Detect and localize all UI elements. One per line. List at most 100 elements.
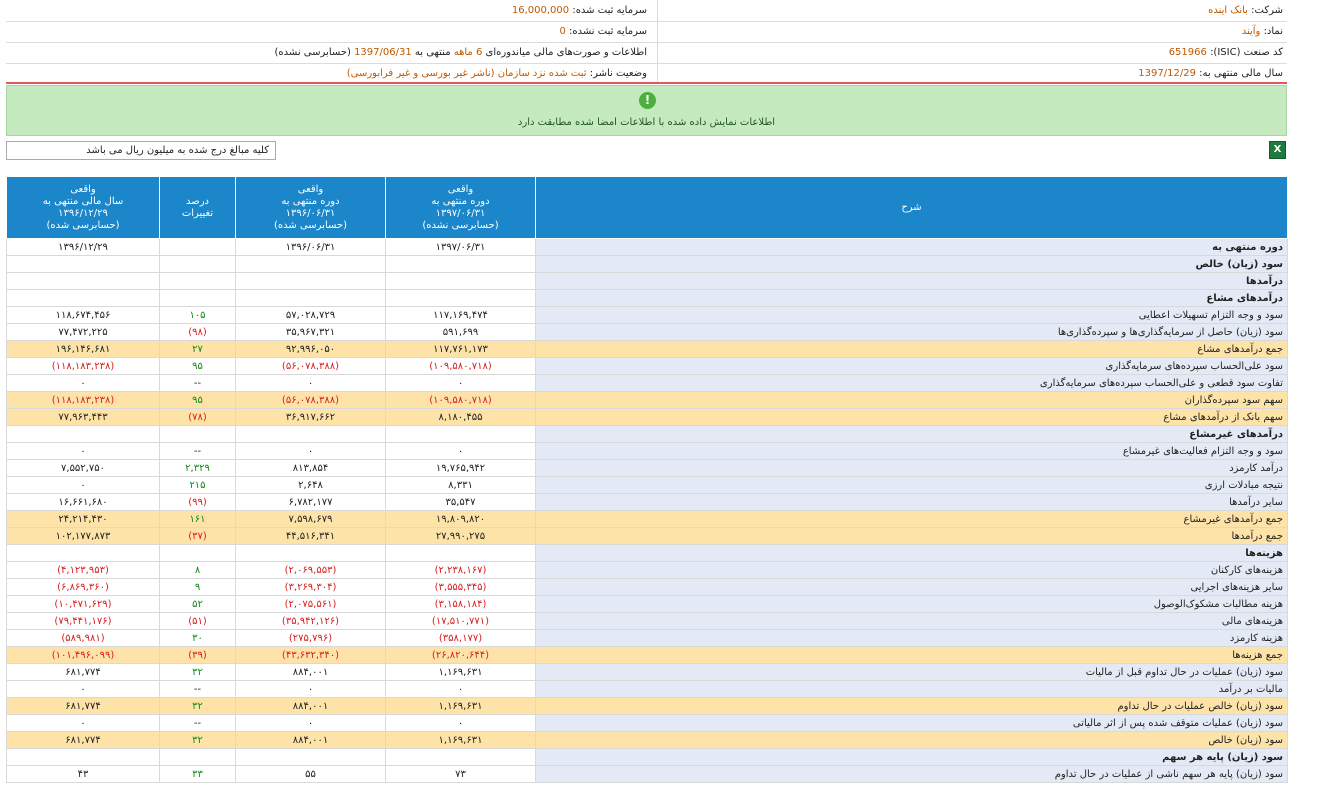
table-row: سایر هزینه‌های اجرایی (۳,۵۵۵,۳۴۵) (۳,۲۶۹,۳… (6, 578, 1288, 596)
unregistered-capital-label: سرمایه ثبت نشده: (569, 26, 647, 37)
header-col4-line: (حسابرسی شده) (46, 219, 120, 231)
cell-change-percent: ۱۶۱ (159, 510, 236, 528)
table-row: نتیجه مبادلات ارزی ۸,۳۳۱ ۲,۶۴۸ ۲۱۵ ۰ (6, 476, 1288, 494)
table-header-row: شرح واقعی دوره منتهی به ۱۳۹۷/۰۶/۳۱ (حساب… (6, 176, 1288, 239)
cell-fiscal-1396: ۰ (6, 374, 160, 392)
cell-period-1397: ۱۳۹۷/۰۶/۳۱ (385, 238, 536, 256)
row-description: دوره منتهی به (535, 238, 1288, 256)
cell-fiscal-1396: ۰ (6, 714, 160, 732)
table-row: هزینه کارمزد (۳۵۸,۱۷۷) (۲۷۵,۷۹۶) ۳۰ (۵۸۹,۹۸۱… (6, 629, 1288, 647)
table-row: سهم سود سپرده‌گذاران (۱۰۹,۵۸۰,۷۱۸) (۵۶,۰۷۸… (6, 391, 1288, 409)
cell-fiscal-1396: (۱۰۱,۴۹۶,۰۹۹) (6, 646, 160, 664)
row-description: سود (زیان) عملیات متوقف شده پس از اثر ما… (535, 714, 1288, 732)
row-description: سود (زیان) خالص (535, 255, 1288, 273)
cell-period-1396: ۲,۶۴۸ (235, 476, 386, 494)
row-description: هزینه کارمزد (535, 629, 1288, 647)
cell-fiscal-1396: (۴,۱۲۳,۹۵۳) (6, 561, 160, 579)
cell-period-1397 (385, 255, 536, 273)
cell-period-1396: ۰ (235, 442, 386, 460)
cell-period-1396: ۸۸۴,۰۰۱ (235, 697, 386, 715)
row-description: جمع هزینه‌ها (535, 646, 1288, 664)
table-row: تفاوت سود قطعی و علی‌الحساب سپرده‌های سر… (6, 374, 1288, 392)
cell-fiscal-1396: (۷۹,۴۴۱,۱۷۶) (6, 612, 160, 630)
symbol-value: وآیند (1241, 26, 1261, 37)
cell-fiscal-1396: ۶۸۱,۷۷۴ (6, 731, 160, 749)
row-description: درآمدهای مشاع (535, 289, 1288, 307)
cell-period-1397: (۲۶,۸۲۰,۶۴۴) (385, 646, 536, 664)
cell-fiscal-1396: ۰ (6, 442, 160, 460)
header-col1-line: (حسابرسی نشده) (422, 219, 499, 231)
table-row: سود (زیان) عملیات متوقف شده پس از اثر ما… (6, 714, 1288, 732)
cell-change-percent (159, 748, 236, 766)
table-row: درآمدهای غیرمشاع (6, 425, 1288, 443)
row-description: جمع درآمدهای مشاع (535, 340, 1288, 358)
cell-change-percent: ۳۲ (159, 731, 236, 749)
cell-fiscal-1396: ۷۷,۹۶۳,۴۴۳ (6, 408, 160, 426)
cell-period-1396: ۰ (235, 680, 386, 698)
fiscal-year-label: سال مالی منتهی به: (1199, 68, 1283, 79)
verification-notice: ! اطلاعات نمایش داده شده با اطلاعات امضا… (6, 85, 1287, 136)
header-col2-line: واقعی (297, 183, 324, 195)
info-icon: ! (639, 92, 656, 109)
company-info: شرکت: بانک اینده (1208, 0, 1283, 21)
header-col2-line: (حسابرسی شده) (273, 219, 347, 231)
header-row-symbol: نماد: وآیند سرمایه ثبت نشده: 0 (6, 21, 1287, 43)
row-description: سهم بانک از درآمدهای مشاع (535, 408, 1288, 426)
cell-change-percent: ۲,۳۲۹ (159, 459, 236, 477)
table-row: سود (زیان) حاصل از سرمایه‌گذاری‌ها و سپر… (6, 323, 1288, 341)
cell-period-1397: ۱,۱۶۹,۶۳۱ (385, 731, 536, 749)
cell-change-percent: ۳۳ (159, 765, 236, 783)
row-description: تفاوت سود قطعی و علی‌الحساب سپرده‌های سر… (535, 374, 1288, 392)
cell-period-1396: ۷,۵۹۸,۶۷۹ (235, 510, 386, 528)
table-row: هزینه‌های مالی (۱۷,۵۱۰,۷۷۱) (۳۵,۹۴۲,۱۲۶) (۵… (6, 612, 1288, 630)
table-row: درآمد کارمزد ۱۹,۷۶۵,۹۴۲ ۸۱۳,۸۵۴ ۲,۳۲۹ ۷,۵۵۲,… (6, 459, 1288, 477)
row-description: هزینه‌های مالی (535, 612, 1288, 630)
report-suffix: (حسابرسی نشده) (274, 47, 351, 58)
excel-export-icon[interactable]: X (1269, 141, 1286, 159)
cell-period-1397: ۸,۳۳۱ (385, 476, 536, 494)
cell-fiscal-1396: (۱۱۸,۱۸۳,۲۳۸) (6, 391, 160, 409)
cell-period-1397: ۰ (385, 714, 536, 732)
cell-period-1397 (385, 272, 536, 290)
row-description: سود و وجه التزام تسهیلات اعطایی (535, 306, 1288, 324)
cell-period-1396: ۹۲,۹۹۶,۰۵۰ (235, 340, 386, 358)
cell-period-1397 (385, 544, 536, 562)
cell-period-1397: (۳,۵۵۵,۳۴۵) (385, 578, 536, 596)
cell-period-1397 (385, 425, 536, 443)
cell-period-1397: ۳۵,۵۴۷ (385, 493, 536, 511)
cell-period-1396 (235, 425, 386, 443)
publisher-status-info: وضعیت ناشر: ثبت شده نزد سازمان (ناشر غیر… (347, 63, 647, 84)
cell-period-1396: (۲,۰۷۵,۵۶۱) (235, 595, 386, 613)
cell-fiscal-1396: ۶۸۱,۷۷۴ (6, 697, 160, 715)
header-row-isic: کد صنعت (ISIC): 651966 اطلاعات و صورت‌ها… (6, 42, 1287, 64)
table-row: جمع درآمدهای مشاع ۱۱۷,۷۶۱,۱۷۳ ۹۲,۹۹۶,۰۵۰ ۲۷… (6, 340, 1288, 358)
row-description: هزینه مطالبات مشکوک‌الوصول (535, 595, 1288, 613)
cell-fiscal-1396: ۱۹۶,۱۴۶,۶۸۱ (6, 340, 160, 358)
cell-change-percent: (۹۹) (159, 493, 236, 511)
row-description: سود و وجه التزام فعالیت‌های غیرمشاع (535, 442, 1288, 460)
notice-text: اطلاعات نمایش داده شده با اطلاعات امضا ش… (517, 117, 776, 128)
cell-change-percent: ۹۵ (159, 391, 236, 409)
registered-capital-label: سرمایه ثبت شده: (572, 5, 647, 16)
report-prefix: اطلاعات و صورت‌های مالی میاندوره‌ای (485, 47, 647, 58)
publisher-status-value: ثبت شده نزد سازمان (ناشر غیر بورسی و غیر… (346, 68, 587, 79)
table-row: سود (زیان) پایه هر سهم ناشی از عملیات در… (6, 765, 1288, 783)
table-row: سود و وجه التزام تسهیلات اعطایی ۱۱۷,۱۶۹,۴… (6, 306, 1288, 324)
table-row: جمع درآمدها ۲۷,۹۹۰,۲۷۵ ۴۴,۵۱۶,۳۴۱ (۳۷) ۱۰۲,۱… (6, 527, 1288, 545)
cell-change-percent: -- (159, 680, 236, 698)
table-row: سود و وجه التزام فعالیت‌های غیرمشاع ۰ ۰ -- ۰ (6, 442, 1288, 460)
cell-change-percent: ۸ (159, 561, 236, 579)
table-row: مالیات بر درآمد ۰ ۰ -- ۰ (6, 680, 1288, 698)
header-col3: درصد تغییرات (159, 176, 236, 239)
row-description: سود (زیان) پایه هر سهم ناشی از عملیات در… (535, 765, 1288, 783)
header-col3-line: تغییرات (181, 207, 214, 219)
table-row: سود (زیان) عملیات در حال تداوم قبل از ما… (6, 663, 1288, 681)
income-statement-table: شرح واقعی دوره منتهی به ۱۳۹۷/۰۶/۳۱ (حساب… (6, 176, 1288, 783)
header-col1-line: ۱۳۹۷/۰۶/۳۱ (435, 207, 486, 219)
company-value: بانک اینده (1208, 5, 1248, 16)
cell-change-percent: (۹۸) (159, 323, 236, 341)
header-col4-line: واقعی (70, 183, 96, 195)
cell-fiscal-1396: ۱۱۸,۶۷۴,۴۵۶ (6, 306, 160, 324)
header-description: شرح (535, 176, 1288, 239)
cell-fiscal-1396: ۷۷,۴۷۲,۲۲۵ (6, 323, 160, 341)
